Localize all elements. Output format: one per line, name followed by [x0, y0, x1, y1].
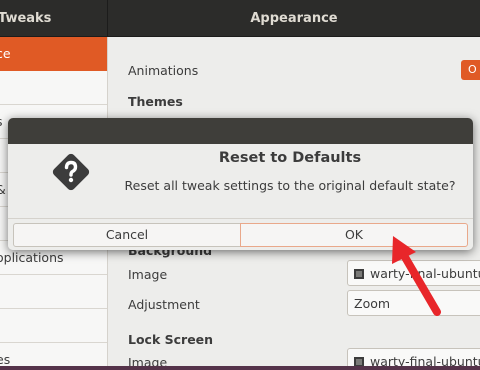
lock-screen-heading: Lock Screen [128, 332, 214, 347]
headerbar: Tweaks Appearance [0, 0, 480, 37]
red-pointer-arrow-icon [392, 236, 441, 316]
sidebar-item-appearance[interactable]: ce [0, 37, 107, 71]
sidebar-item-label: ce [0, 46, 11, 61]
sidebar-item[interactable] [0, 309, 107, 343]
headerbar-left: Tweaks [0, 0, 108, 37]
themes-heading: Themes [128, 94, 183, 109]
background-adjustment-label: Adjustment [128, 297, 200, 312]
page-title: Appearance [250, 11, 338, 26]
image-file-icon [354, 269, 364, 279]
sidebar-item-label: s [0, 114, 3, 129]
sidebar-item[interactable] [0, 71, 107, 105]
dialog-titlebar[interactable] [8, 118, 473, 144]
animations-switch[interactable]: O [461, 60, 480, 80]
sidebar-item-label: & [0, 182, 6, 197]
window-bottom-edge [0, 366, 480, 370]
cancel-button[interactable]: Cancel [13, 223, 241, 247]
dialog-title: Reset to Defaults [218, 150, 362, 166]
animations-label: Animations [128, 63, 199, 78]
app-title: Tweaks [0, 11, 52, 26]
question-mark-warning-icon [52, 153, 90, 191]
background-image-label: Image [128, 267, 168, 282]
dialog-message: Reset all tweak settings to the original… [124, 178, 456, 193]
sidebar-item-label: oplications [0, 250, 64, 265]
sidebar-item[interactable] [0, 275, 107, 309]
sidebar-item-label: es [0, 352, 11, 367]
